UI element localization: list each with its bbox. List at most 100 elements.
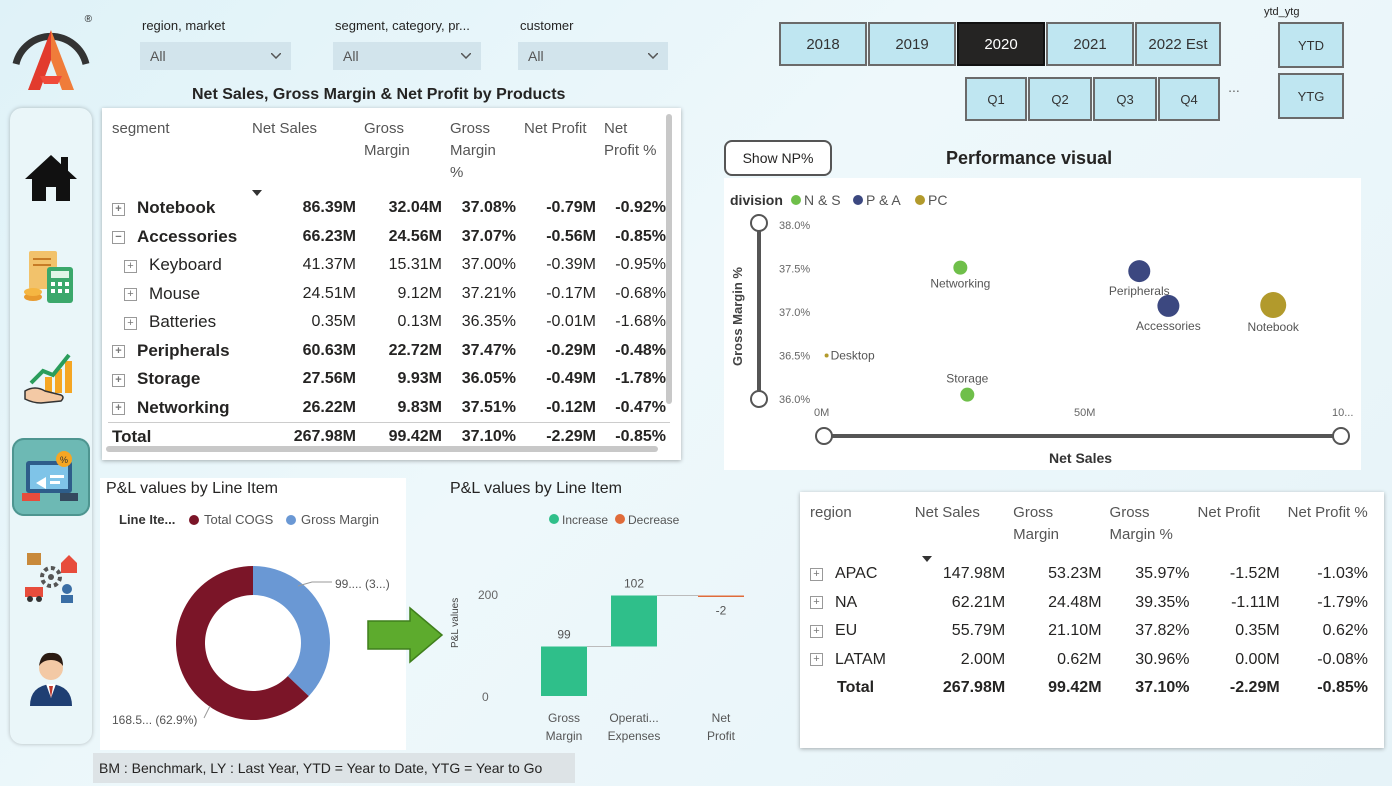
year-2018-button[interactable]: 2018 xyxy=(779,22,867,66)
registered-mark: ® xyxy=(84,14,92,25)
table-row[interactable]: + Notebook 86.39M 32.04M 37.08% -0.79M -0.92% xyxy=(108,194,670,223)
table-row[interactable]: + Peripherals 60.63M 22.72M 37.47% -0.29M -0.4… xyxy=(108,337,670,366)
table-row[interactable]: + Keyboard 41.37M 15.31M 37.00% -0.39M -0.95% xyxy=(108,251,670,280)
waterfall-bar-1[interactable] xyxy=(541,646,587,697)
table-row[interactable]: + Networking 26.22M 9.83M 37.51% -0.12M -0.47% xyxy=(108,394,670,423)
header-net-sales[interactable]: Net Sales xyxy=(248,118,360,196)
table-cell: 0.00M xyxy=(1235,650,1280,668)
table-cell: 0.62M xyxy=(1057,650,1102,668)
growth-nav-button[interactable] xyxy=(12,338,90,416)
year-2021-button[interactable]: 2021 xyxy=(1046,22,1134,66)
donut-leader-cogs xyxy=(203,705,211,719)
expand-icon[interactable]: + xyxy=(124,316,137,330)
table-row[interactable]: + APAC 147.98M 53.23M 35.97% -1.52M -1.03% xyxy=(806,560,1372,589)
y-axis-label: Gross Margin % xyxy=(730,267,745,366)
executive-nav-button[interactable] xyxy=(12,638,90,716)
scatter-point-networking[interactable] xyxy=(953,260,968,275)
row-label-cell: + NA xyxy=(806,589,911,618)
customer-dropdown[interactable]: All xyxy=(518,42,668,70)
ytd-ytg-label: ytd_ytg xyxy=(1264,6,1300,18)
expand-icon[interactable]: + xyxy=(124,259,137,273)
region-header-net-profit[interactable]: Net Profit xyxy=(1194,502,1284,560)
y-range-slider-bottom-handle[interactable] xyxy=(750,390,768,408)
header-net-profit-pct[interactable]: Net Profit % xyxy=(600,118,670,194)
table-cell: -1.79% xyxy=(1317,593,1368,611)
table-row[interactable]: + Storage 27.56M 9.93M 36.05% -0.49M -1.78% xyxy=(108,365,670,394)
scatter-point-accessories[interactable] xyxy=(1157,294,1180,317)
table-row[interactable]: + EU 55.79M 21.10M 37.82% 0.35M 0.62% xyxy=(806,617,1372,646)
region-header-net-sales[interactable]: Net Sales xyxy=(911,502,1009,562)
region-header-region[interactable]: region xyxy=(806,502,911,560)
row-label-cell: + Mouse xyxy=(108,280,248,309)
table-row[interactable]: + Mouse 24.51M 9.12M 37.21% -0.17M -0.68% xyxy=(108,280,670,309)
table-cell: 37.51% xyxy=(461,398,516,416)
expand-icon[interactable]: + xyxy=(124,288,137,302)
supply-chain-nav-button[interactable] xyxy=(12,538,90,616)
expand-icon[interactable]: + xyxy=(810,567,823,581)
arrow-right-icon xyxy=(367,606,444,664)
table-row[interactable]: + Batteries 0.35M 0.13M 36.35% -0.01M -1.68% xyxy=(108,308,670,337)
table-cell: 24.56M xyxy=(388,227,442,245)
region-header-gross-margin[interactable]: Gross Margin xyxy=(1009,502,1105,560)
table-cell: 86.39M xyxy=(302,199,356,217)
region-table: region Net Sales Gross Margin Gross Marg… xyxy=(806,502,1372,703)
expand-icon[interactable]: + xyxy=(810,596,823,610)
table-row[interactable]: − Accessories 66.23M 24.56M 37.07% -0.56M -0.8… xyxy=(108,223,670,252)
table-cell: 147.98M xyxy=(942,565,1006,583)
waterfall-category-label: Gross xyxy=(548,711,580,725)
ytg-button[interactable]: YTG xyxy=(1278,73,1344,119)
table-cell: 36.05% xyxy=(461,370,516,388)
scatter-point-desktop[interactable] xyxy=(824,353,829,358)
year-2022-est-button[interactable]: 2022 Est xyxy=(1135,22,1221,66)
expand-icon[interactable]: + xyxy=(112,202,125,216)
table-cell: -1.78% xyxy=(615,370,666,388)
quarter-q4-button[interactable]: Q4 xyxy=(1158,77,1220,121)
marketing-nav-button[interactable]: % xyxy=(12,438,90,516)
total-row: Total 267.98M 99.42M 37.10% -2.29M -0.85% xyxy=(806,674,1372,703)
quarter-q1-button[interactable]: Q1 xyxy=(965,77,1027,121)
collapse-icon[interactable]: − xyxy=(112,231,125,245)
region-header-gross-margin-pct[interactable]: Gross Margin % xyxy=(1106,502,1194,560)
home-nav-button[interactable] xyxy=(12,138,90,216)
expand-icon[interactable]: + xyxy=(810,624,823,638)
more-options-icon[interactable]: ... xyxy=(1222,80,1246,100)
expand-icon[interactable]: + xyxy=(810,653,823,667)
pl-donut-chart: Line Ite... Total COGS Gross Margin 99..… xyxy=(112,512,390,727)
header-net-profit[interactable]: Net Profit xyxy=(520,118,600,194)
quarter-q2-button[interactable]: Q2 xyxy=(1028,77,1092,121)
expand-icon[interactable]: + xyxy=(112,401,125,415)
finance-nav-button[interactable] xyxy=(12,238,90,316)
header-gross-margin-pct[interactable]: Gross Margin % xyxy=(446,118,520,194)
expand-icon[interactable]: + xyxy=(112,345,125,359)
table-cell: 0.35M xyxy=(1235,622,1280,640)
table-row[interactable]: + LATAM 2.00M 0.62M 30.96% 0.00M -0.08% xyxy=(806,646,1372,675)
row-label: Peripherals xyxy=(137,340,230,360)
legend-marker-increase xyxy=(549,514,559,524)
expand-icon[interactable]: + xyxy=(112,373,125,387)
table-cell: 35.97% xyxy=(1135,565,1190,583)
segment-dropdown[interactable]: All xyxy=(333,42,481,70)
horizontal-scrollbar[interactable] xyxy=(106,446,658,452)
header-gross-margin[interactable]: Gross Margin xyxy=(360,118,446,194)
table-row[interactable]: + NA 62.21M 24.48M 39.35% -1.11M -1.79% xyxy=(806,589,1372,618)
ytd-button[interactable]: YTD xyxy=(1278,22,1344,68)
waterfall-bar-label: -2 xyxy=(716,604,727,618)
waterfall-bar-3[interactable] xyxy=(698,595,744,598)
scatter-point-peripherals[interactable] xyxy=(1128,260,1151,283)
donut-slice-gross-margin[interactable] xyxy=(253,566,330,697)
year-2020-button[interactable]: 2020 xyxy=(957,22,1045,66)
row-label: LATAM xyxy=(835,650,886,668)
y-range-slider-top-handle[interactable] xyxy=(750,214,768,232)
waterfall-bar-2[interactable] xyxy=(611,595,657,647)
show-np-button[interactable]: Show NP% xyxy=(724,140,832,176)
x-range-slider-right-handle[interactable] xyxy=(1332,427,1350,445)
year-2019-button[interactable]: 2019 xyxy=(868,22,956,66)
scatter-point-notebook[interactable] xyxy=(1260,292,1287,319)
region-market-dropdown[interactable]: All xyxy=(140,42,291,70)
vertical-scrollbar[interactable] xyxy=(666,114,672,404)
quarter-q3-button[interactable]: Q3 xyxy=(1093,77,1157,121)
header-segment[interactable]: segment xyxy=(108,118,248,194)
x-range-slider-left-handle[interactable] xyxy=(815,427,833,445)
scatter-point-storage[interactable] xyxy=(960,387,975,402)
region-header-net-profit-pct[interactable]: Net Profit % xyxy=(1284,502,1372,560)
